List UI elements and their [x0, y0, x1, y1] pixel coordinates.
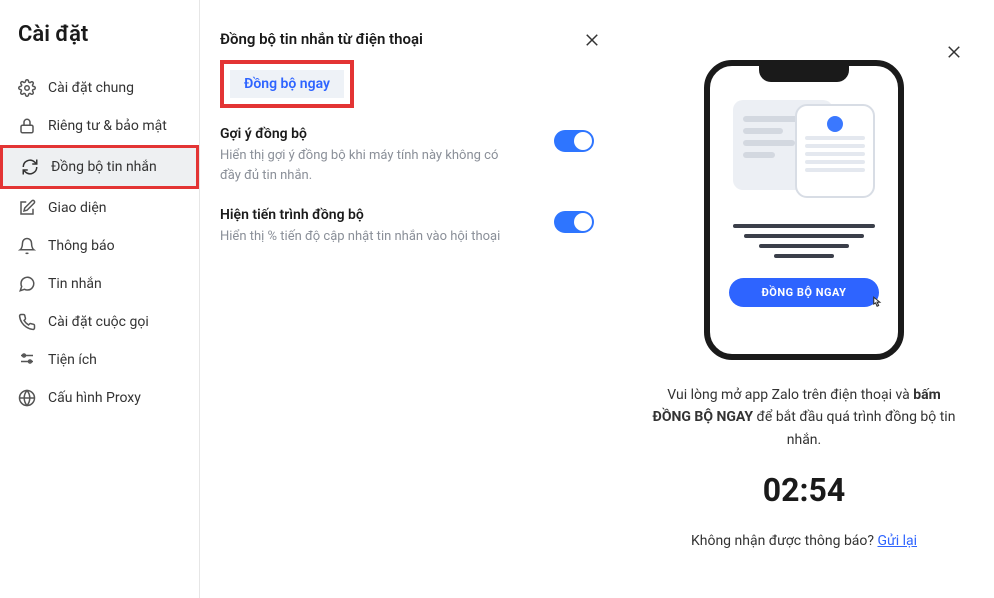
sidebar-item-label: Thông báo [48, 238, 115, 254]
toggle-show-progress[interactable] [554, 211, 594, 233]
gear-icon [18, 79, 36, 97]
close-button[interactable] [580, 30, 604, 54]
resend-row: Không nhận được thông báo? Gửi lại [642, 533, 966, 549]
sync-prompt-panel: ĐỒNG BỘ NGAY Vui lòng mở app Zalo trên đ… [614, 0, 994, 598]
sidebar-item-notifications[interactable]: Thông báo [0, 227, 199, 265]
sidebar-item-label: Cài đặt chung [48, 80, 134, 96]
bell-icon [18, 237, 36, 255]
close-button[interactable] [942, 42, 966, 66]
sync-now-highlight: Đồng bộ ngay [220, 60, 354, 108]
sidebar-item-label: Đồng bộ tin nhắn [51, 159, 157, 175]
close-icon [945, 43, 963, 65]
phone-icon [18, 313, 36, 331]
sidebar-title: Cài đặt [0, 14, 199, 69]
phone-cta-button: ĐỒNG BỘ NGAY [729, 278, 879, 307]
sidebar-item-label: Tiện ích [48, 352, 97, 368]
section-title: Đồng bộ tin nhắn từ điện thoại [220, 30, 594, 48]
resend-prompt: Không nhận được thông báo? [691, 533, 878, 549]
sidebar-item-label: Cài đặt cuộc gọi [48, 314, 149, 330]
sidebar-item-label: Cấu hình Proxy [48, 390, 141, 406]
message-icon [18, 275, 36, 293]
phone-illustration: ĐỒNG BỘ NGAY [704, 60, 904, 360]
sidebar-item-general[interactable]: Cài đặt chung [0, 69, 199, 107]
sidebar-item-calls[interactable]: Cài đặt cuộc gọi [0, 303, 199, 341]
lock-icon [18, 117, 36, 135]
settings-sidebar: Cài đặt Cài đặt chung Riêng tư & bảo mật… [0, 0, 200, 598]
setting-label: Gợi ý đồng bộ [220, 126, 520, 142]
phone-cta-label: ĐỒNG BỘ NGAY [762, 286, 847, 299]
sidebar-item-label: Tin nhắn [48, 276, 102, 292]
sidebar-item-privacy[interactable]: Riêng tư & bảo mật [0, 107, 199, 145]
cursor-icon [867, 295, 885, 313]
toggle-suggest-sync[interactable] [554, 130, 594, 152]
sidebar-item-label: Giao diện [48, 200, 106, 216]
messages-illustration [729, 94, 879, 204]
sync-now-button[interactable]: Đồng bộ ngay [230, 70, 344, 98]
globe-icon [18, 389, 36, 407]
sidebar-item-appearance[interactable]: Giao diện [0, 189, 199, 227]
settings-main: Đồng bộ tin nhắn từ điện thoại Đồng bộ n… [200, 0, 614, 598]
close-icon [583, 31, 601, 53]
sidebar-item-utilities[interactable]: Tiện ích [0, 341, 199, 379]
sidebar-item-proxy[interactable]: Cấu hình Proxy [0, 379, 199, 417]
countdown-timer: 02:54 [642, 471, 966, 509]
setting-suggest-sync: Gợi ý đồng bộ Hiển thị gợi ý đồng bộ khi… [220, 126, 594, 185]
resend-link[interactable]: Gửi lại [878, 533, 918, 549]
sliders-icon [18, 351, 36, 369]
sidebar-item-sync[interactable]: Đồng bộ tin nhắn [0, 145, 199, 189]
setting-show-progress: Hiện tiến trình đồng bộ Hiển thị % tiến … [220, 207, 594, 247]
sync-icon [21, 158, 39, 176]
sidebar-item-label: Riêng tư & bảo mật [48, 118, 167, 134]
sidebar-item-messages[interactable]: Tin nhắn [0, 265, 199, 303]
instruction-text: Vui lòng mở app Zalo trên điện thoại và … [642, 384, 966, 451]
setting-desc: Hiển thị gợi ý đồng bộ khi máy tính này … [220, 146, 520, 185]
setting-label: Hiện tiến trình đồng bộ [220, 207, 500, 223]
setting-desc: Hiển thị % tiến độ cập nhật tin nhắn vào… [220, 227, 500, 247]
pencil-icon [18, 199, 36, 217]
